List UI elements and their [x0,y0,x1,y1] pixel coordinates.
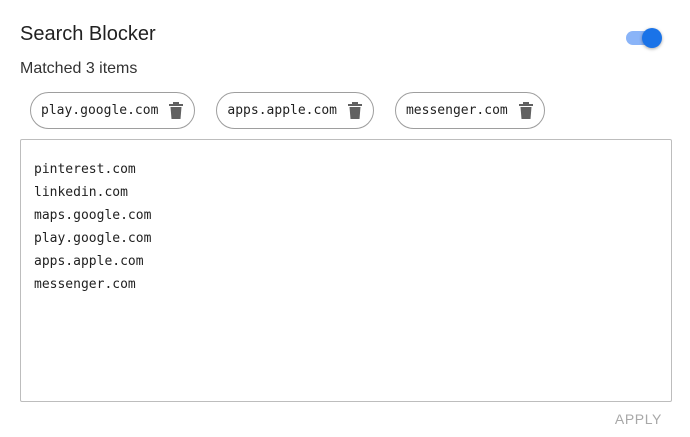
apply-button[interactable]: APPLY [615,411,662,427]
matched-count: Matched 3 items [20,60,138,77]
trash-icon[interactable] [168,102,184,120]
chip-play-google[interactable]: play.google.com [30,92,196,129]
chip-apps-apple[interactable]: apps.apple.com [216,92,374,129]
chip-messenger[interactable]: messenger.com [394,92,545,129]
trash-icon[interactable] [347,102,363,120]
page-title: Search Blocker [20,23,156,45]
enable-toggle[interactable] [626,28,664,48]
chip-label: play.google.com [41,103,159,118]
toggle-knob [642,28,662,48]
chip-label: messenger.com [405,103,508,118]
chip-label: apps.apple.com [227,103,337,118]
matched-chips: play.google.com apps.apple.com messenger… [30,92,545,129]
trash-icon[interactable] [518,102,534,120]
blocklist-textarea[interactable]: pinterest.com linkedin.com maps.google.c… [20,139,672,402]
